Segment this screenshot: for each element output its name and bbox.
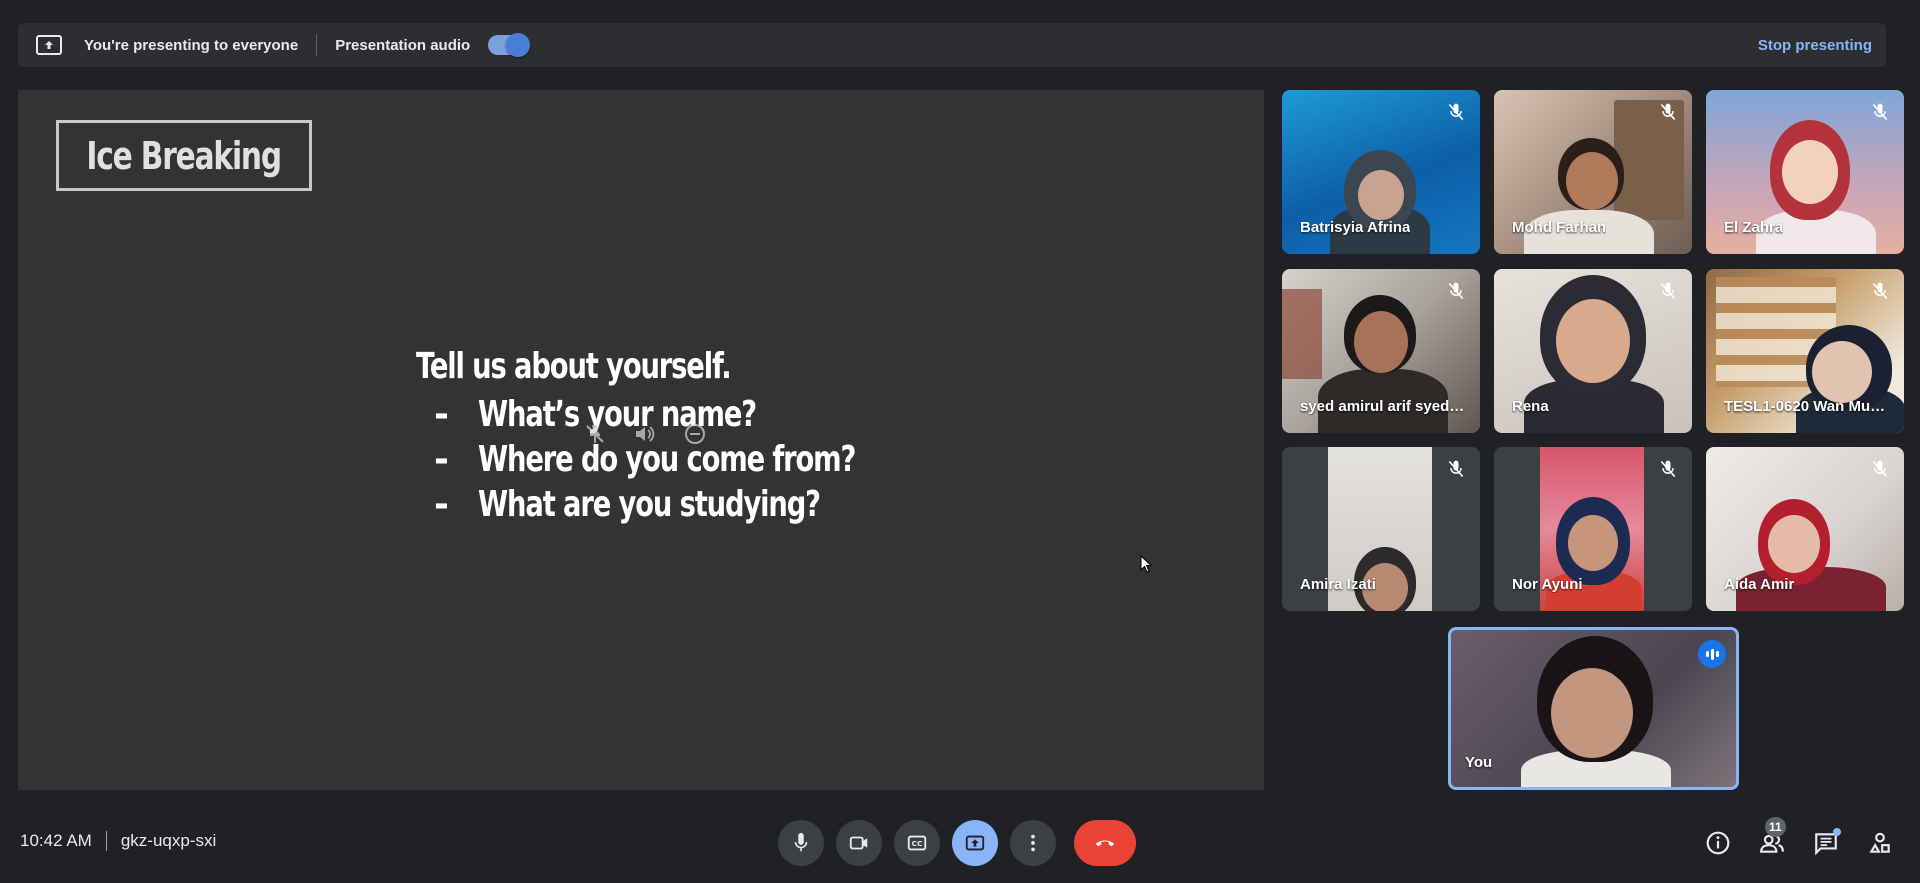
participant-count-badge: 11 bbox=[1765, 817, 1786, 837]
participant-name: Mohd Farhan bbox=[1512, 219, 1607, 236]
divider bbox=[105, 831, 107, 851]
participant-name: Aida Amir bbox=[1724, 576, 1795, 593]
participant-tile[interactable]: Mohd Farhan bbox=[1494, 90, 1692, 254]
participant-name: syed amirul arif syed ismail bbox=[1300, 398, 1465, 415]
meeting-time: 10:42 AM bbox=[20, 831, 92, 850]
more-options-button[interactable] bbox=[1010, 820, 1056, 866]
presentation-stage: Ice Breaking Tell us about yourself. - W… bbox=[18, 90, 1264, 790]
participant-tile[interactable]: El Zahra bbox=[1706, 90, 1904, 254]
mic-icon bbox=[794, 832, 808, 852]
present-to-all-icon bbox=[36, 35, 62, 55]
activities-icon bbox=[1869, 832, 1890, 853]
pin-icon[interactable] bbox=[583, 422, 607, 446]
mic-off-icon bbox=[1448, 103, 1464, 121]
self-video bbox=[1551, 668, 1633, 758]
meet-window: You're presenting to everyone Presentati… bbox=[0, 0, 1920, 883]
presentation-audio-label: Presentation audio bbox=[335, 36, 471, 54]
participant-video bbox=[1354, 311, 1408, 373]
presentation-audio-toggle[interactable] bbox=[488, 33, 531, 57]
participant-name: Rena bbox=[1512, 398, 1549, 415]
mic-off-icon bbox=[1448, 282, 1464, 300]
self-name: You bbox=[1465, 754, 1493, 771]
participant-tile[interactable]: syed amirul arif syed ismail bbox=[1282, 269, 1480, 433]
slide-question-list: - What’s your name? - Where do you come … bbox=[416, 392, 976, 527]
call-controls: CC bbox=[778, 820, 1136, 866]
participant-name: TESL1-0620 Wan Muhammad bbox=[1724, 398, 1889, 415]
people-button[interactable]: 11 bbox=[1756, 817, 1788, 861]
participant-video bbox=[1282, 289, 1322, 379]
participant-tile[interactable]: Rena bbox=[1494, 269, 1692, 433]
toggle-knob bbox=[506, 33, 531, 57]
closed-captions-icon: CC bbox=[907, 835, 927, 851]
more-vert-icon bbox=[1031, 834, 1035, 852]
participant-tile[interactable]: Batrisyia Afrina bbox=[1282, 90, 1480, 254]
bullet: - bbox=[434, 394, 449, 435]
participant-video bbox=[1556, 299, 1630, 383]
bullet: - bbox=[434, 484, 449, 525]
participant-tile[interactable]: Amira Izati bbox=[1282, 447, 1480, 611]
captions-button[interactable]: CC bbox=[894, 820, 940, 866]
stop-presenting-button[interactable]: Stop presenting bbox=[1758, 37, 1872, 54]
speaking-indicator-icon bbox=[1698, 640, 1726, 668]
participant-tile[interactable]: Aida Amir bbox=[1706, 447, 1904, 611]
svg-text:CC: CC bbox=[912, 839, 923, 848]
participant-video bbox=[1566, 152, 1618, 210]
bottom-bar: 10:42 AM gkz-uqxp-sxi CC 11 bbox=[0, 805, 1920, 883]
camera-icon bbox=[849, 836, 868, 850]
mic-button[interactable] bbox=[778, 820, 824, 866]
call-end-icon bbox=[1095, 840, 1115, 847]
meeting-details-button[interactable] bbox=[1702, 825, 1734, 861]
activities-button[interactable] bbox=[1864, 825, 1896, 861]
info-icon bbox=[1706, 831, 1730, 855]
participant-name: Batrisyia Afrina bbox=[1300, 219, 1411, 236]
mic-off-icon bbox=[1660, 103, 1676, 121]
participant-tile[interactable]: TESL1-0620 Wan Muhammad bbox=[1706, 269, 1904, 433]
present-button[interactable] bbox=[952, 820, 998, 866]
presenting-bar: You're presenting to everyone Presentati… bbox=[18, 23, 1886, 67]
new-message-dot bbox=[1833, 828, 1841, 836]
participant-name: Amira Izati bbox=[1300, 576, 1376, 593]
mic-off-icon bbox=[1872, 460, 1888, 478]
presenting-status: You're presenting to everyone bbox=[84, 36, 299, 54]
slide-heading: Tell us about yourself. bbox=[416, 346, 732, 387]
volume-icon[interactable] bbox=[633, 422, 657, 446]
participant-video bbox=[1358, 170, 1404, 220]
participant-video bbox=[1812, 341, 1872, 403]
mic-off-icon bbox=[1660, 460, 1676, 478]
camera-button[interactable] bbox=[836, 820, 882, 866]
mic-off-icon bbox=[1660, 282, 1676, 300]
participant-video bbox=[1768, 515, 1820, 573]
meeting-info: 10:42 AM gkz-uqxp-sxi bbox=[20, 831, 216, 851]
participant-tile[interactable]: Nor Ayuni bbox=[1494, 447, 1692, 611]
chat-button[interactable] bbox=[1810, 825, 1842, 861]
participant-name: Nor Ayuni bbox=[1512, 576, 1583, 593]
question-text: What are you studying? bbox=[478, 484, 821, 525]
bullet: - bbox=[434, 439, 449, 480]
participant-name: El Zahra bbox=[1724, 219, 1784, 236]
slide-title-box: Ice Breaking bbox=[56, 120, 312, 191]
list-item: - What are you studying? bbox=[416, 482, 976, 527]
participant-video bbox=[1568, 515, 1618, 571]
mouse-cursor-icon bbox=[1140, 555, 1152, 573]
mic-off-icon bbox=[1448, 460, 1464, 478]
participant-video bbox=[1782, 140, 1838, 204]
present-icon bbox=[965, 835, 985, 851]
divider bbox=[316, 34, 318, 56]
mic-off-icon bbox=[1872, 103, 1888, 121]
mic-off-icon bbox=[1872, 282, 1888, 300]
meeting-tools: 11 bbox=[1702, 817, 1896, 861]
leave-call-button[interactable] bbox=[1074, 820, 1136, 866]
self-video-tile[interactable]: You bbox=[1448, 627, 1739, 790]
slide-title: Ice Breaking bbox=[86, 133, 283, 178]
meeting-code[interactable]: gkz-uqxp-sxi bbox=[121, 831, 216, 851]
stage-overlay-controls bbox=[583, 422, 707, 446]
remove-icon[interactable] bbox=[683, 422, 707, 446]
